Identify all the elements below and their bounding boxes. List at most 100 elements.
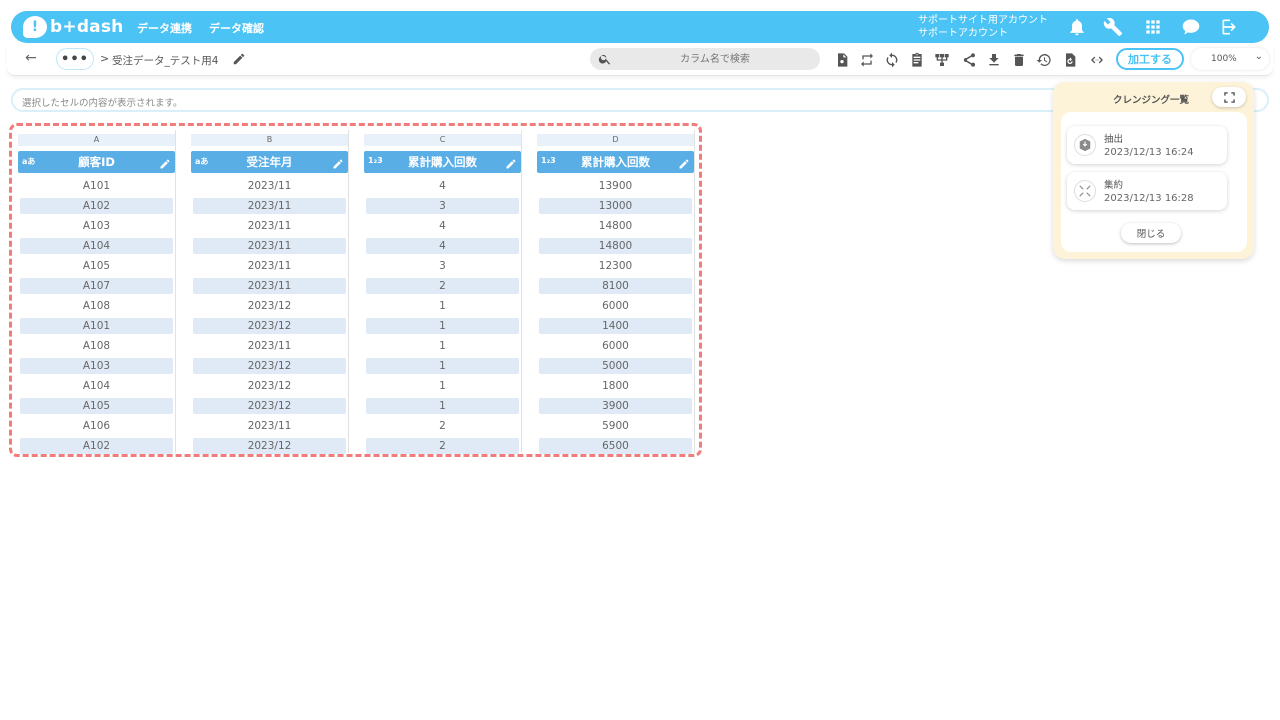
step-time: 2023/12/13 16:24 [1104,147,1194,158]
cleansing-step[interactable]: 抽出 2023/12/13 16:24 [1067,126,1227,164]
pencil-icon[interactable] [159,155,171,169]
column-letter[interactable]: C [364,134,521,146]
column-header[interactable]: 1₂3 累計購入回数 [364,151,521,173]
grid-cell[interactable]: 5900 [539,418,692,434]
column-header[interactable]: aあ 顧客ID [18,151,175,173]
column-letter[interactable]: D [537,134,694,146]
swap-icon[interactable] [858,51,876,69]
clipboard-icon[interactable] [908,51,926,69]
grid-cell[interactable]: A106 [20,418,173,434]
grid-cell[interactable]: 3900 [539,398,692,414]
delete-icon[interactable] [1010,51,1028,69]
grid-cell[interactable]: 2 [366,278,519,294]
wrench-icon[interactable] [1102,16,1124,38]
grid-cell[interactable]: 6500 [539,438,692,454]
grid-cell[interactable]: A104 [20,378,173,394]
logo[interactable]: ! b+dash [23,15,123,39]
pencil-icon[interactable] [332,155,344,169]
grid-cell[interactable]: 6000 [539,338,692,354]
grid-cell[interactable]: 1 [366,298,519,314]
nav-data-check[interactable]: データ確認 [209,20,264,36]
pencil-icon[interactable] [505,155,517,169]
grid-cell[interactable]: 1800 [539,378,692,394]
grid-cell[interactable]: A101 [20,178,173,194]
code-icon[interactable] [1087,51,1107,69]
grid-cell[interactable]: 3 [366,258,519,274]
column-header[interactable]: 1₂3 累計購入回数 [537,151,694,173]
grid-cell[interactable]: 2023/12 [193,318,346,334]
column-letter[interactable]: B [191,134,348,146]
grid-cell[interactable]: A104 [20,238,173,254]
grid-cell[interactable]: 2023/12 [193,438,346,454]
settings-file-icon[interactable] [833,51,851,69]
grid-cell[interactable]: 2023/12 [193,298,346,314]
grid-cell[interactable]: 2 [366,418,519,434]
grid-cell[interactable]: 2023/11 [193,178,346,194]
grid-cell[interactable]: 1 [366,378,519,394]
grid-cell[interactable]: 2023/11 [193,238,346,254]
pencil-icon[interactable] [678,155,690,169]
grid-cell[interactable]: 1400 [539,318,692,334]
column-header[interactable]: aあ 受注年月 [191,151,348,173]
grid-cell[interactable]: A101 [20,318,173,334]
history-icon[interactable] [1035,51,1053,69]
download-icon[interactable] [985,51,1003,69]
grid-cell[interactable]: 4 [366,178,519,194]
grid-cell[interactable]: A103 [20,218,173,234]
grid-cell[interactable]: A107 [20,278,173,294]
grid-cell[interactable]: 1 [366,338,519,354]
grid-cell[interactable]: 3 [366,198,519,214]
search-input[interactable] [620,48,810,70]
grid-cell[interactable]: 13000 [539,198,692,214]
process-button[interactable]: 加工する [1116,48,1184,70]
grid-cell[interactable]: 2023/11 [193,278,346,294]
bell-icon[interactable] [1066,16,1088,38]
more-breadcrumb-button[interactable]: ••• [56,48,94,70]
hierarchy-icon[interactable] [933,51,951,69]
grid-cell[interactable]: 1 [366,398,519,414]
apps-grid-icon[interactable] [1142,16,1164,38]
grid-cell[interactable]: A102 [20,438,173,454]
column-letter[interactable]: A [18,134,175,146]
account-info[interactable]: サポートサイト用アカウント サポートアカウント [918,14,1048,40]
grid-cell[interactable]: 2023/11 [193,418,346,434]
grid-cell[interactable]: 12300 [539,258,692,274]
grid-cell[interactable]: A102 [20,198,173,214]
grid-cell[interactable]: 2023/12 [193,398,346,414]
grid-cell[interactable]: 4 [366,218,519,234]
refresh-icon[interactable] [883,51,901,69]
expand-button[interactable] [1212,87,1246,107]
grid-cell[interactable]: 6000 [539,298,692,314]
back-button[interactable]: ← [25,50,37,66]
grid-cell[interactable]: 2023/11 [193,218,346,234]
grid-cell[interactable]: A103 [20,358,173,374]
grid-cell[interactable]: 14800 [539,218,692,234]
grid-cell[interactable]: 8100 [539,278,692,294]
grid-cell[interactable]: A108 [20,298,173,314]
grid-cell[interactable]: 2 [366,438,519,454]
logout-icon[interactable] [1219,16,1241,38]
grid-cell[interactable]: 2023/11 [193,258,346,274]
grid-cell[interactable]: 4 [366,238,519,254]
grid-cell[interactable]: 14800 [539,238,692,254]
chat-support-icon[interactable] [1180,16,1202,38]
grid-cell[interactable]: 1 [366,318,519,334]
restore-file-icon[interactable] [1061,51,1079,69]
cleansing-step[interactable]: 集約 2023/12/13 16:28 [1067,172,1227,210]
pencil-icon[interactable] [232,51,248,67]
nav-data-link[interactable]: データ連携 [137,20,192,36]
grid-cell[interactable]: 2023/11 [193,338,346,354]
grid-cell[interactable]: 1 [366,358,519,374]
grid-cell[interactable]: 13900 [539,178,692,194]
close-button[interactable]: 閉じる [1121,223,1181,243]
grid-cell[interactable]: A105 [20,398,173,414]
grid-cell[interactable]: A105 [20,258,173,274]
grid-column: D 1₂3 累計購入回数 13900 13000 14800 14800 12300 8100 6… [531,130,695,454]
grid-cell[interactable]: 2023/11 [193,198,346,214]
grid-cell[interactable]: 2023/12 [193,358,346,374]
zoom-select[interactable]: 100% ⌄ [1191,48,1269,70]
share-icon[interactable] [960,51,978,69]
grid-cell[interactable]: 5000 [539,358,692,374]
grid-cell[interactable]: 2023/12 [193,378,346,394]
grid-cell[interactable]: A108 [20,338,173,354]
